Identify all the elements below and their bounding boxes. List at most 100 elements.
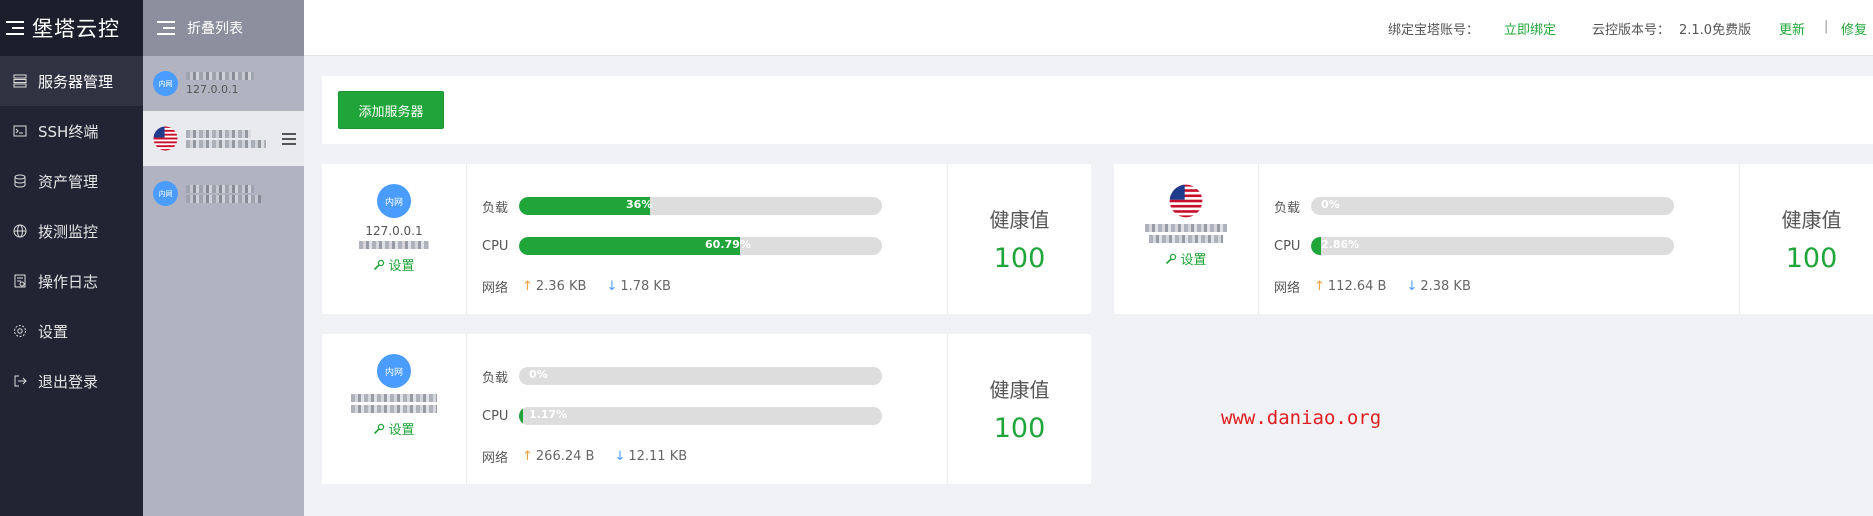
server-settings-link[interactable]: 设置 <box>373 419 415 438</box>
nav-item-server-management[interactable]: 服务器管理 <box>0 56 143 106</box>
terminal-icon <box>12 123 28 139</box>
cpu-percent: 1.17% <box>529 408 568 421</box>
server-list-item[interactable]: 内网 <box>143 166 304 221</box>
health-label: 健康值 <box>989 378 1050 402</box>
redacted-name <box>186 72 254 80</box>
load-percent: 36% <box>626 198 653 211</box>
nav-item-label: 服务器管理 <box>38 72 114 91</box>
nav-item-label: 操作日志 <box>38 272 99 291</box>
database-icon <box>12 173 28 189</box>
update-link[interactable]: 更新 <box>1779 19 1805 38</box>
version-value: 2.1.0免费版 <box>1679 23 1752 38</box>
collapse-list-header[interactable]: 折叠列表 <box>143 0 304 56</box>
setting-label: 设置 <box>388 259 415 274</box>
watermark-text: www.daniao.org <box>1221 407 1382 429</box>
collapse-icon <box>157 20 177 36</box>
server-card: 设置 负载 0% CPU 2.86% 网络 ↑ 112.64 B ↓ 2.38 … <box>1114 164 1873 314</box>
upload-speed: 2.36 KB <box>535 278 587 294</box>
network-label: 网络 <box>482 450 509 466</box>
download-arrow-icon: ↓ <box>606 278 618 294</box>
collapse-list-title: 折叠列表 <box>187 21 243 37</box>
nav-item-ssh-terminal[interactable]: SSH终端 <box>0 106 143 156</box>
redacted-ip <box>351 405 437 413</box>
nav-item-settings[interactable]: 设置 <box>0 306 143 356</box>
wrench-icon <box>374 259 385 270</box>
cpu-bar: 60.79% <box>519 237 882 255</box>
server-card: 内网 127.0.0.1 设置 负载 36% CPU 60.79% 网络 ↑ 2… <box>322 164 1091 314</box>
brand: 堡塔云控 <box>0 0 143 56</box>
server-ip: 127.0.0.1 <box>186 83 239 96</box>
cpu-label: CPU <box>482 408 509 424</box>
log-icon <box>12 273 28 289</box>
redacted-ip <box>1149 235 1223 243</box>
menu-toggle-icon[interactable] <box>6 18 26 38</box>
upload-arrow-icon: ↑ <box>522 278 533 294</box>
download-speed: 2.38 KB <box>1420 278 1471 294</box>
wrench-icon <box>374 423 385 434</box>
server-list-item[interactable] <box>143 111 304 166</box>
repair-link[interactable]: 修复 <box>1841 19 1867 38</box>
upload-arrow-icon: ↑ <box>1314 278 1325 294</box>
add-server-button[interactable]: 添加服务器 <box>338 91 444 129</box>
nav-item-label: 拨测监控 <box>38 222 99 241</box>
server-settings-link[interactable]: 设置 <box>373 255 415 274</box>
server-settings-link[interactable]: 设置 <box>1165 249 1207 268</box>
redacted-name <box>359 241 429 249</box>
us-flag-icon <box>153 126 178 151</box>
load-label: 负载 <box>1274 200 1301 216</box>
setting-label: 设置 <box>388 423 415 438</box>
nav-item-logout[interactable]: 退出登录 <box>0 356 143 406</box>
download-arrow-icon: ↓ <box>614 448 626 464</box>
gear-icon <box>12 323 28 339</box>
nav-item-asset-management[interactable]: 资产管理 <box>0 156 143 206</box>
load-bar: 0% <box>519 367 882 385</box>
redacted-name <box>351 394 437 402</box>
server-list-item[interactable]: 内网 127.0.0.1 <box>143 56 304 111</box>
load-bar: 0% <box>1311 197 1674 215</box>
cpu-bar: 1.17% <box>519 407 882 425</box>
health-value: 100 <box>993 243 1046 274</box>
upload-speed: 266.24 B <box>535 448 595 464</box>
cpu-percent: 2.86% <box>1321 238 1360 251</box>
intranet-badge: 内网 <box>377 354 411 388</box>
redacted-ip <box>186 194 261 203</box>
bind-account-label: 绑定宝塔账号： <box>1388 23 1480 38</box>
nav-item-label: 退出登录 <box>38 372 99 391</box>
server-card: 内网 设置 负载 0% CPU 1.17% 网络 ↑ 266.24 B ↓ 12… <box>322 334 1091 484</box>
header-divider: | <box>1824 19 1829 34</box>
server-menu-icon[interactable] <box>282 133 296 145</box>
logout-icon <box>12 373 28 389</box>
health-value: 100 <box>1785 243 1838 274</box>
load-percent: 0% <box>1321 198 1340 211</box>
download-speed: 12.11 KB <box>628 448 688 464</box>
upload-speed: 112.64 B <box>1327 278 1387 294</box>
nav-item-dial-monitoring[interactable]: 拨测监控 <box>0 206 143 256</box>
load-label: 负载 <box>482 370 509 386</box>
intranet-badge: 内网 <box>153 181 178 206</box>
nav-item-label: 设置 <box>38 322 69 341</box>
us-flag-icon <box>1169 184 1203 218</box>
load-percent: 0% <box>529 368 548 381</box>
download-arrow-icon: ↓ <box>1406 278 1418 294</box>
redacted-name <box>1145 224 1227 232</box>
redacted-name <box>186 184 254 193</box>
nav-item-label: SSH终端 <box>38 122 99 141</box>
network-label: 网络 <box>1274 280 1301 296</box>
intranet-badge: 内网 <box>153 71 178 96</box>
upload-arrow-icon: ↑ <box>522 448 533 464</box>
redacted-ip <box>186 139 266 148</box>
cpu-label: CPU <box>482 238 509 254</box>
main-sidebar: 堡塔云控 服务器管理 SSH终端 资产管理 拨测监控 操作日志 设置 退出登录 <box>0 0 143 516</box>
nav-item-operation-log[interactable]: 操作日志 <box>0 256 143 306</box>
load-bar: 36% <box>519 197 882 215</box>
health-value: 100 <box>993 413 1046 444</box>
server-list-icon <box>12 73 28 89</box>
setting-label: 设置 <box>1180 253 1207 268</box>
bind-now-link[interactable]: 立即绑定 <box>1504 19 1556 38</box>
top-header: 绑定宝塔账号： 立即绑定 云控版本号： 2.1.0免费版 更新 | 修复 <box>304 0 1873 56</box>
globe-icon <box>12 223 28 239</box>
download-speed: 1.78 KB <box>620 278 671 294</box>
version-label: 云控版本号： <box>1592 23 1671 38</box>
network-label: 网络 <box>482 280 509 296</box>
cpu-bar: 2.86% <box>1311 237 1674 255</box>
